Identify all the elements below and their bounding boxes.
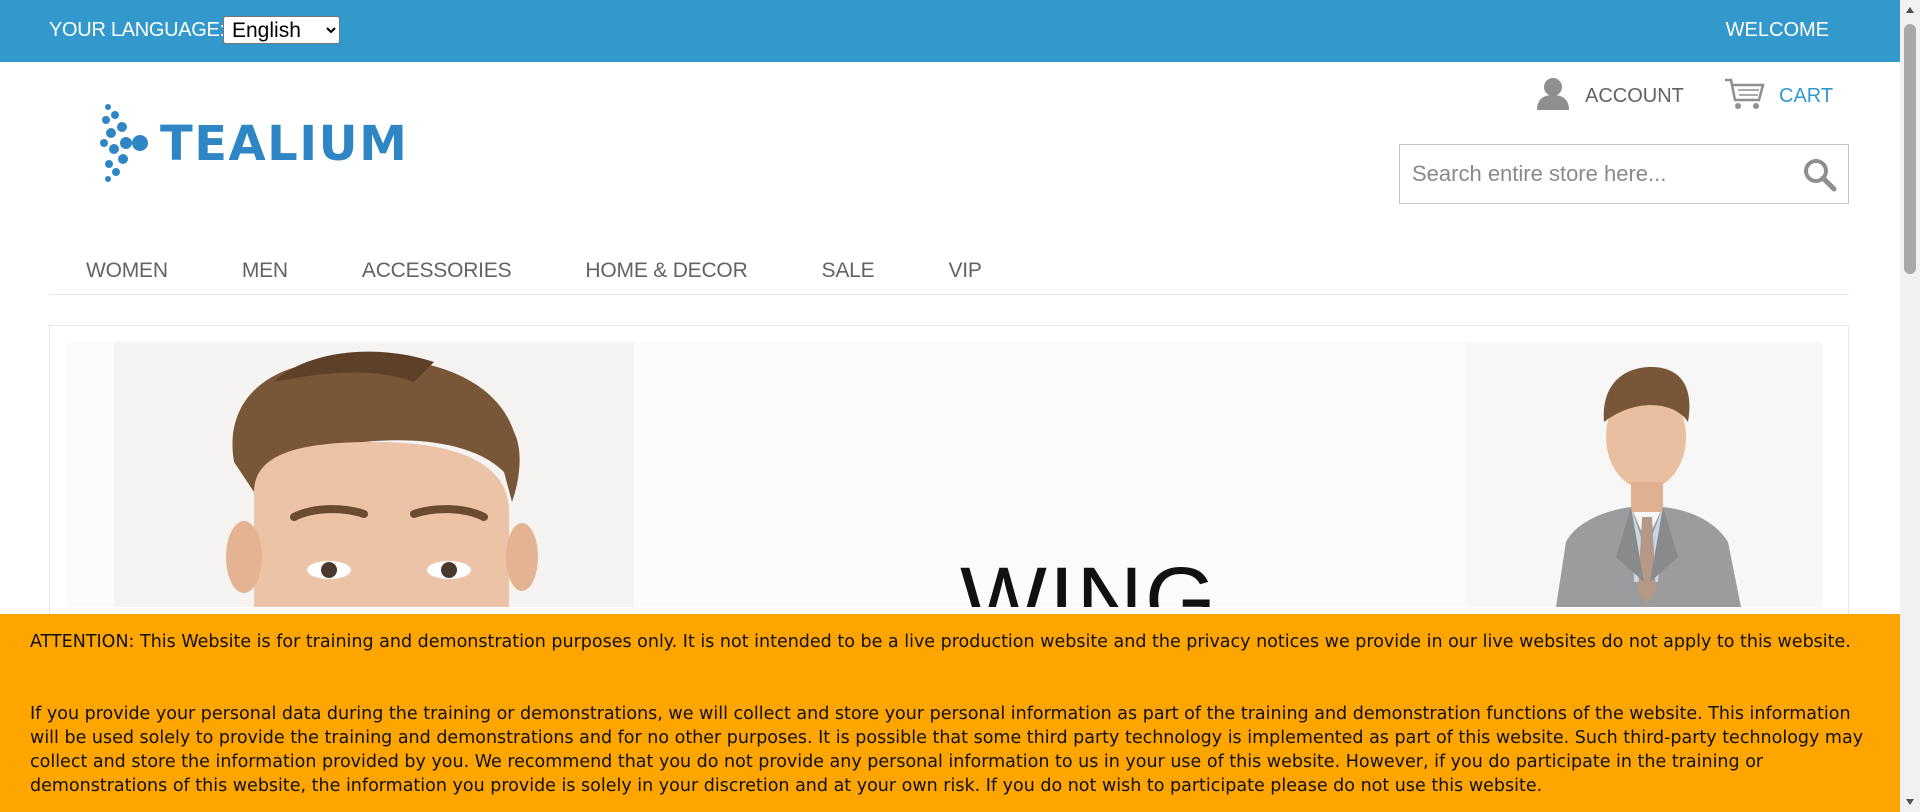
language-select[interactable]: English [223,16,340,44]
scrollbar-thumb[interactable] [1904,24,1916,274]
search-box [1399,144,1849,204]
nav-item-vip[interactable]: VIP [911,251,1018,283]
main-navigation: WOMEN MEN ACCESSORIES HOME & DECOR SALE … [49,251,1849,295]
scroll-down-arrow-icon[interactable] [1900,792,1920,812]
nav-item-home-decor[interactable]: HOME & DECOR [548,251,784,283]
notice-paragraph-attention: ATTENTION: This Website is for training … [30,632,1851,652]
language-bar: YOUR LANGUAGE: English WELCOME [0,0,1900,62]
account-link[interactable]: ACCOUNT [1535,78,1684,114]
banner-title: WING [960,549,1219,607]
cart-label: CART [1779,84,1834,107]
nav-item-women[interactable]: WOMEN [49,251,205,283]
welcome-message: WELCOME [1725,19,1829,41]
page-scrollbar[interactable] [1900,0,1920,812]
banner-model-left-image [114,342,634,607]
language-label: YOUR LANGUAGE: [49,19,225,41]
scroll-up-arrow-icon[interactable] [1900,0,1920,20]
logo-text: TEALIUM [160,116,408,172]
notice-paragraph-privacy: If you provide your personal data during… [30,704,1864,796]
tealium-logo[interactable]: TEALIUM [100,103,435,183]
cart-icon [1723,76,1765,116]
cart-link[interactable]: CART [1723,78,1833,114]
nav-item-sale[interactable]: SALE [785,251,912,283]
banner-model-right-image [1466,342,1822,607]
attention-notice: ATTENTION: This Website is for training … [0,614,1900,812]
user-icon [1535,76,1571,116]
account-label: ACCOUNT [1585,84,1684,107]
nav-item-accessories[interactable]: ACCESSORIES [325,251,549,283]
search-icon[interactable] [1802,157,1838,193]
nav-item-men[interactable]: MEN [205,251,325,283]
search-input[interactable] [1400,145,1790,203]
hero-banner[interactable]: WING [66,342,1822,607]
